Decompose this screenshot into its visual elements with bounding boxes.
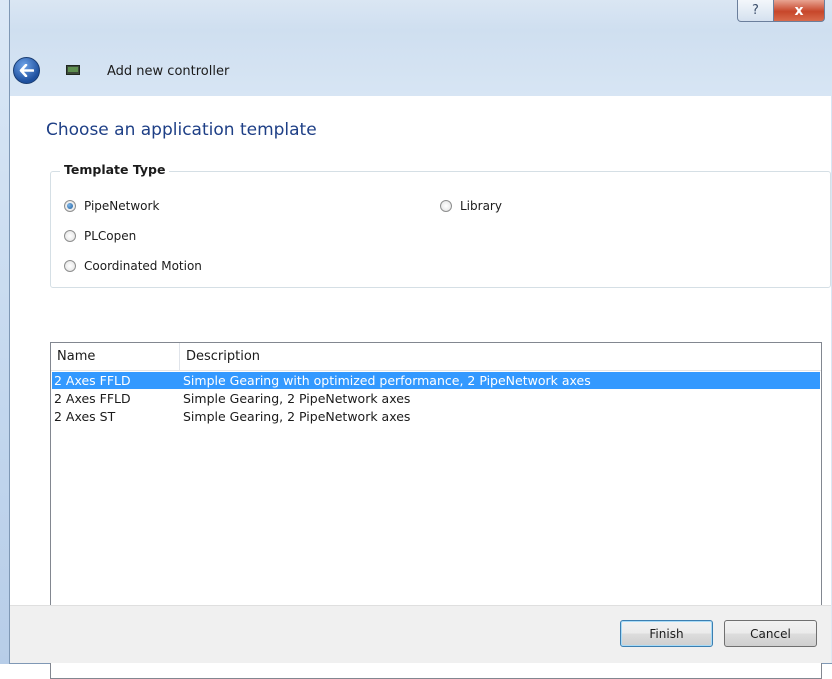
back-button[interactable] [13, 57, 40, 84]
button-bar: Finish Cancel [10, 605, 831, 663]
radio-pipenetwork[interactable]: PipeNetwork [64, 199, 159, 213]
template-name: 2 Axes ST [54, 409, 116, 424]
radio-coordinated-motion[interactable]: Coordinated Motion [64, 259, 202, 273]
radio-button-icon [64, 230, 76, 242]
table-row[interactable]: 2 Axes FFLD Simple Gearing with optimize… [52, 372, 820, 389]
table-row[interactable]: 2 Axes ST Simple Gearing, 2 PipeNetwork … [52, 408, 820, 425]
radio-label: PLCopen [84, 229, 137, 243]
template-description: Simple Gearing, 2 PipeNetwork axes [183, 409, 411, 424]
wizard-header-title: Add new controller [107, 64, 230, 79]
column-header-description[interactable]: Description [180, 343, 820, 370]
page-title: Choose an application template [46, 120, 317, 140]
cancel-button[interactable]: Cancel [724, 620, 817, 647]
column-header-name[interactable]: Name [51, 343, 179, 370]
controller-icon [66, 65, 80, 75]
template-type-legend: Template Type [60, 162, 170, 177]
close-icon: x [794, 2, 804, 19]
back-arrow-icon [19, 64, 34, 77]
template-description: Simple Gearing, 2 PipeNetwork axes [183, 391, 411, 406]
finish-button[interactable]: Finish [620, 620, 713, 647]
close-button[interactable]: x [773, 0, 825, 22]
background-strip [0, 0, 9, 664]
table-row[interactable]: 2 Axes FFLD Simple Gearing, 2 PipeNetwor… [52, 390, 820, 407]
radio-library[interactable]: Library [440, 199, 502, 213]
radio-button-icon [440, 200, 452, 212]
radio-label: Library [460, 199, 502, 213]
help-icon: ? [752, 3, 759, 18]
help-button[interactable]: ? [737, 0, 774, 22]
template-name: 2 Axes FFLD [54, 391, 131, 406]
template-description: Simple Gearing with optimized performanc… [183, 373, 591, 388]
radio-plcopen[interactable]: PLCopen [64, 229, 136, 243]
radio-label: Coordinated Motion [84, 259, 202, 273]
radio-button-icon [64, 260, 76, 272]
radio-label: PipeNetwork [84, 199, 160, 213]
radio-button-icon [64, 200, 76, 212]
wizard-content: Choose an application template Template … [10, 96, 831, 679]
list-header: Name Description [51, 343, 821, 371]
template-name: 2 Axes FFLD [54, 373, 131, 388]
